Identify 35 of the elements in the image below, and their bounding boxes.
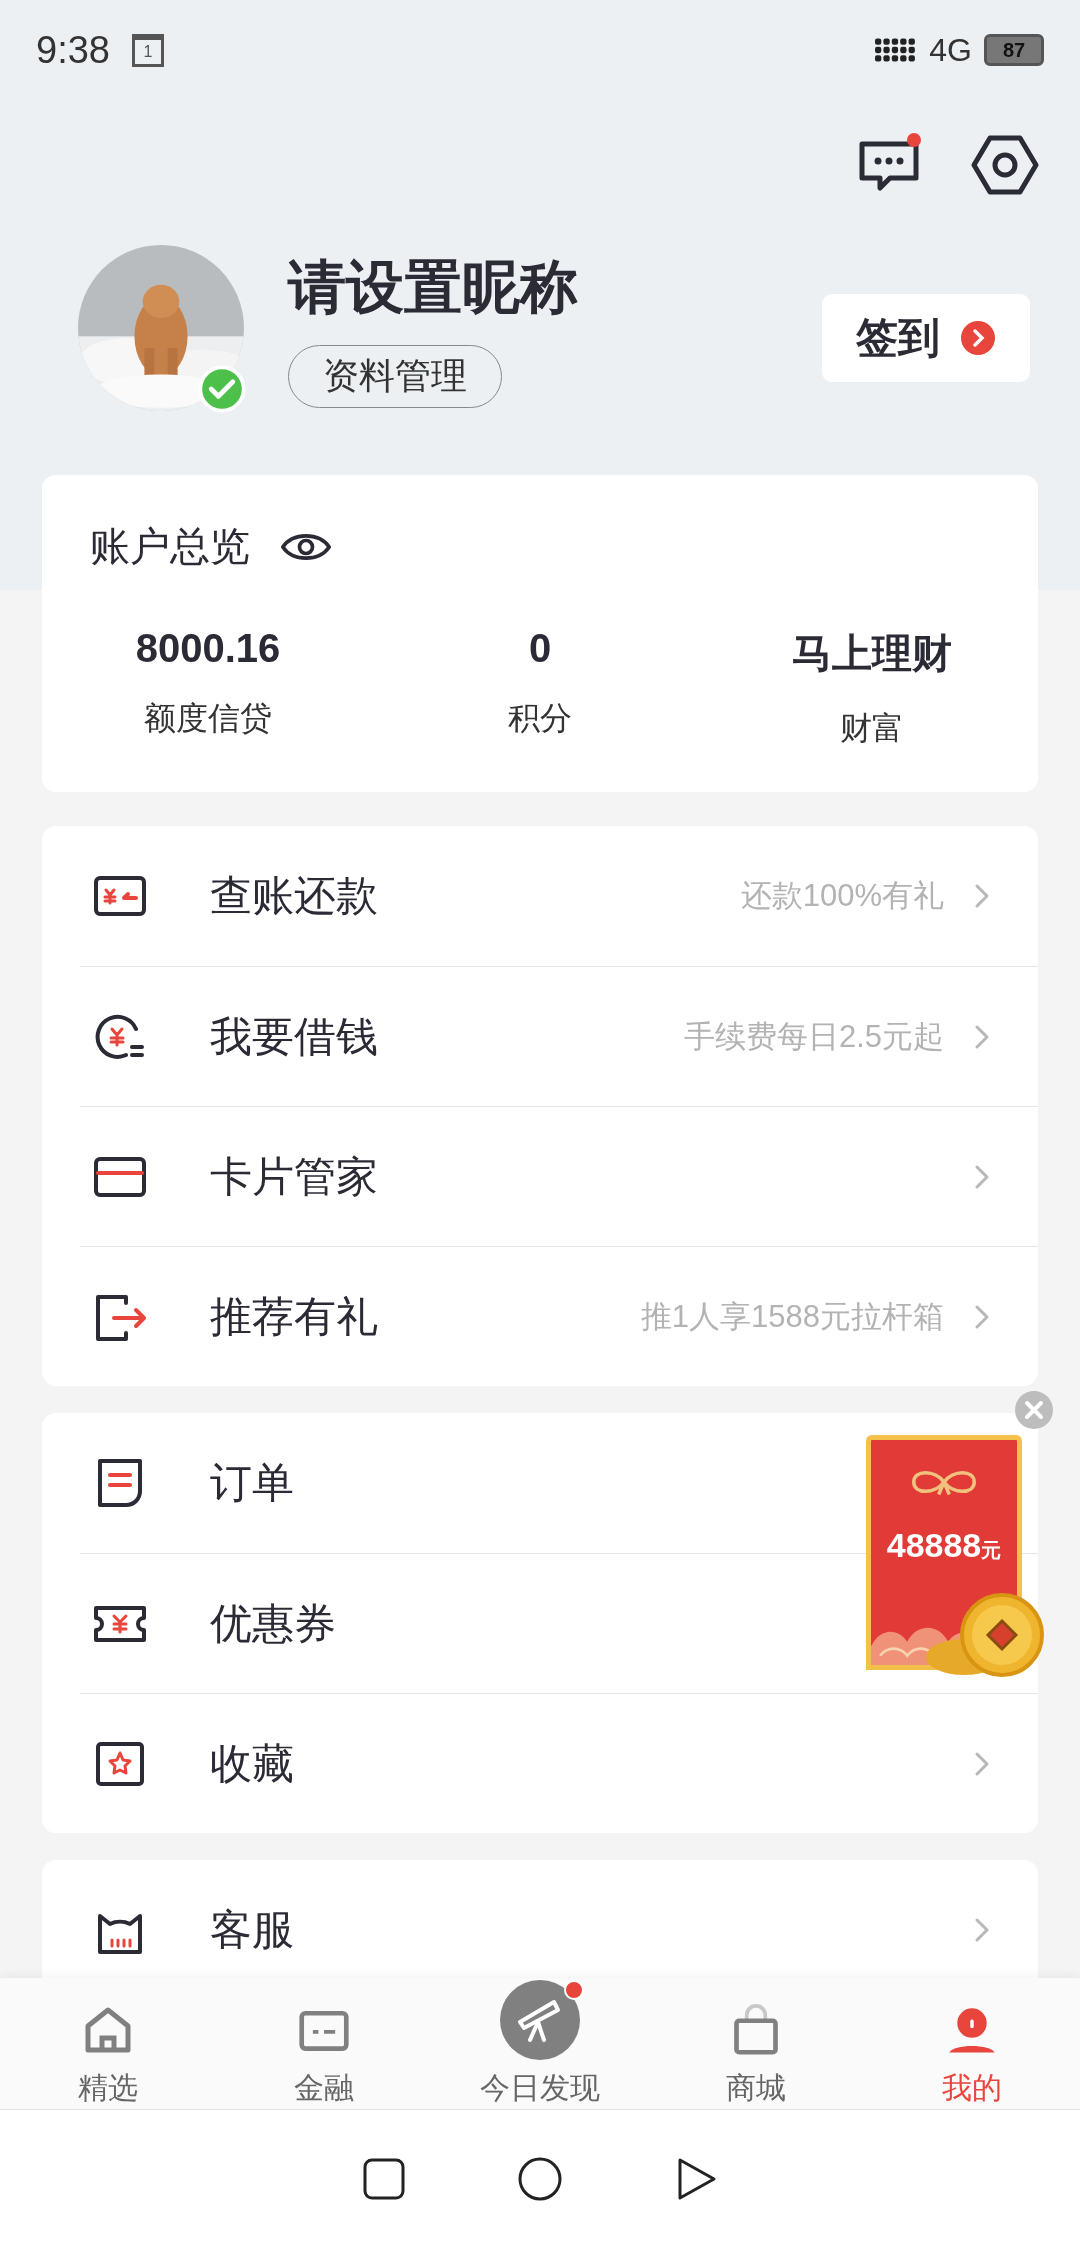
tab[interactable]: 金融 xyxy=(216,1978,432,2123)
signal-icon xyxy=(875,37,918,63)
nickname-prompt[interactable]: 请设置昵称 xyxy=(288,248,578,327)
menu-item[interactable]: 查账还款 xyxy=(210,868,378,924)
arrow-circle-icon xyxy=(960,320,996,356)
stat-label: 额度信贷 xyxy=(144,699,272,738)
menu-item[interactable]: 优惠券 xyxy=(210,1595,336,1652)
promo-hint: 还款100%有礼 xyxy=(740,877,944,915)
menu-item[interactable]: 推荐有礼 xyxy=(210,1288,378,1345)
tab[interactable]: 我的 xyxy=(864,1978,1080,2123)
network-label: 4G xyxy=(929,31,972,69)
home-button[interactable] xyxy=(518,2157,562,2201)
tab[interactable]: 商城 xyxy=(648,1978,864,2123)
menu-item[interactable]: 收藏 xyxy=(210,1735,294,1792)
menu-item[interactable]: 我要借钱 xyxy=(210,1008,378,1065)
menu-item[interactable]: 卡片管家 xyxy=(210,1148,378,1205)
chevron-icon xyxy=(974,1916,990,1944)
prize-amount: 48888元 xyxy=(886,1526,1002,1565)
calendar-icon: 1 xyxy=(131,33,164,67)
section-title: 账户总览 xyxy=(90,523,250,570)
menu-item[interactable]: 订单 xyxy=(210,1455,294,1511)
stat-label: 财富 xyxy=(840,709,904,748)
stat-value[interactable]: 8000.16 xyxy=(135,626,281,671)
stat-label: 积分 xyxy=(508,699,572,738)
menu-item[interactable]: 客服 xyxy=(210,1902,294,1958)
battery-icon: 87 xyxy=(984,34,1044,66)
stat-value[interactable]: 马上理财 xyxy=(792,626,952,681)
stat-value[interactable]: 0 xyxy=(528,626,552,671)
check-in-button[interactable]: 签到 xyxy=(822,294,1030,382)
promo-hint: 推1人享1588元拉杆箱 xyxy=(640,1297,944,1336)
status-time: 9:38 xyxy=(36,28,110,72)
chevron-icon xyxy=(974,882,990,910)
recents-button[interactable] xyxy=(362,2157,406,2201)
promo-hint: 手续费每日2.5元起 xyxy=(683,1017,944,1056)
tab[interactable]: 精选 xyxy=(0,1978,216,2123)
